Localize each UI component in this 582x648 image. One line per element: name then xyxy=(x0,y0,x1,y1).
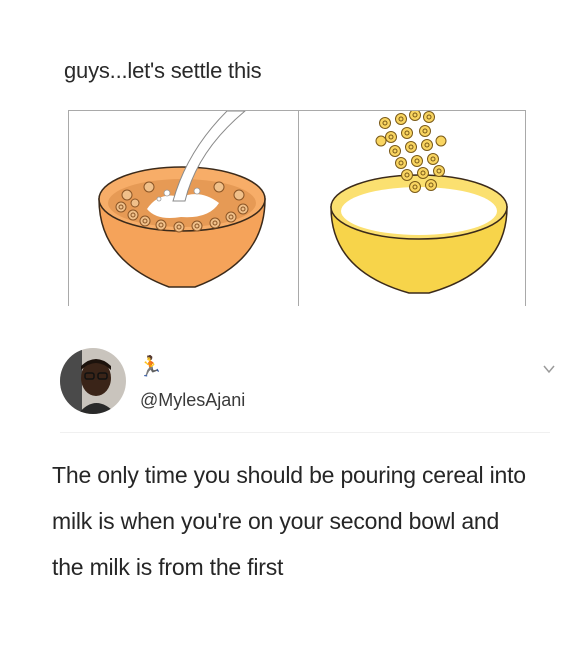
avatar[interactable] xyxy=(60,348,126,414)
runner-icon: 🏃 xyxy=(138,356,163,378)
post-caption: guys...let's settle this xyxy=(64,58,262,83)
bowls-illustration xyxy=(98,111,508,294)
milk-then-cereal-bowl-icon xyxy=(330,111,508,294)
divider xyxy=(60,432,550,433)
chevron-down-icon[interactable] xyxy=(542,362,556,376)
cereal-then-milk-bowl-icon xyxy=(98,111,266,288)
tweet-text: The only time you should be pouring cere… xyxy=(52,462,526,580)
comparison-illustration xyxy=(68,110,526,306)
tweet-header: 🏃 @MylesAjani xyxy=(60,348,555,418)
user-handle[interactable]: @MylesAjani xyxy=(140,390,245,411)
